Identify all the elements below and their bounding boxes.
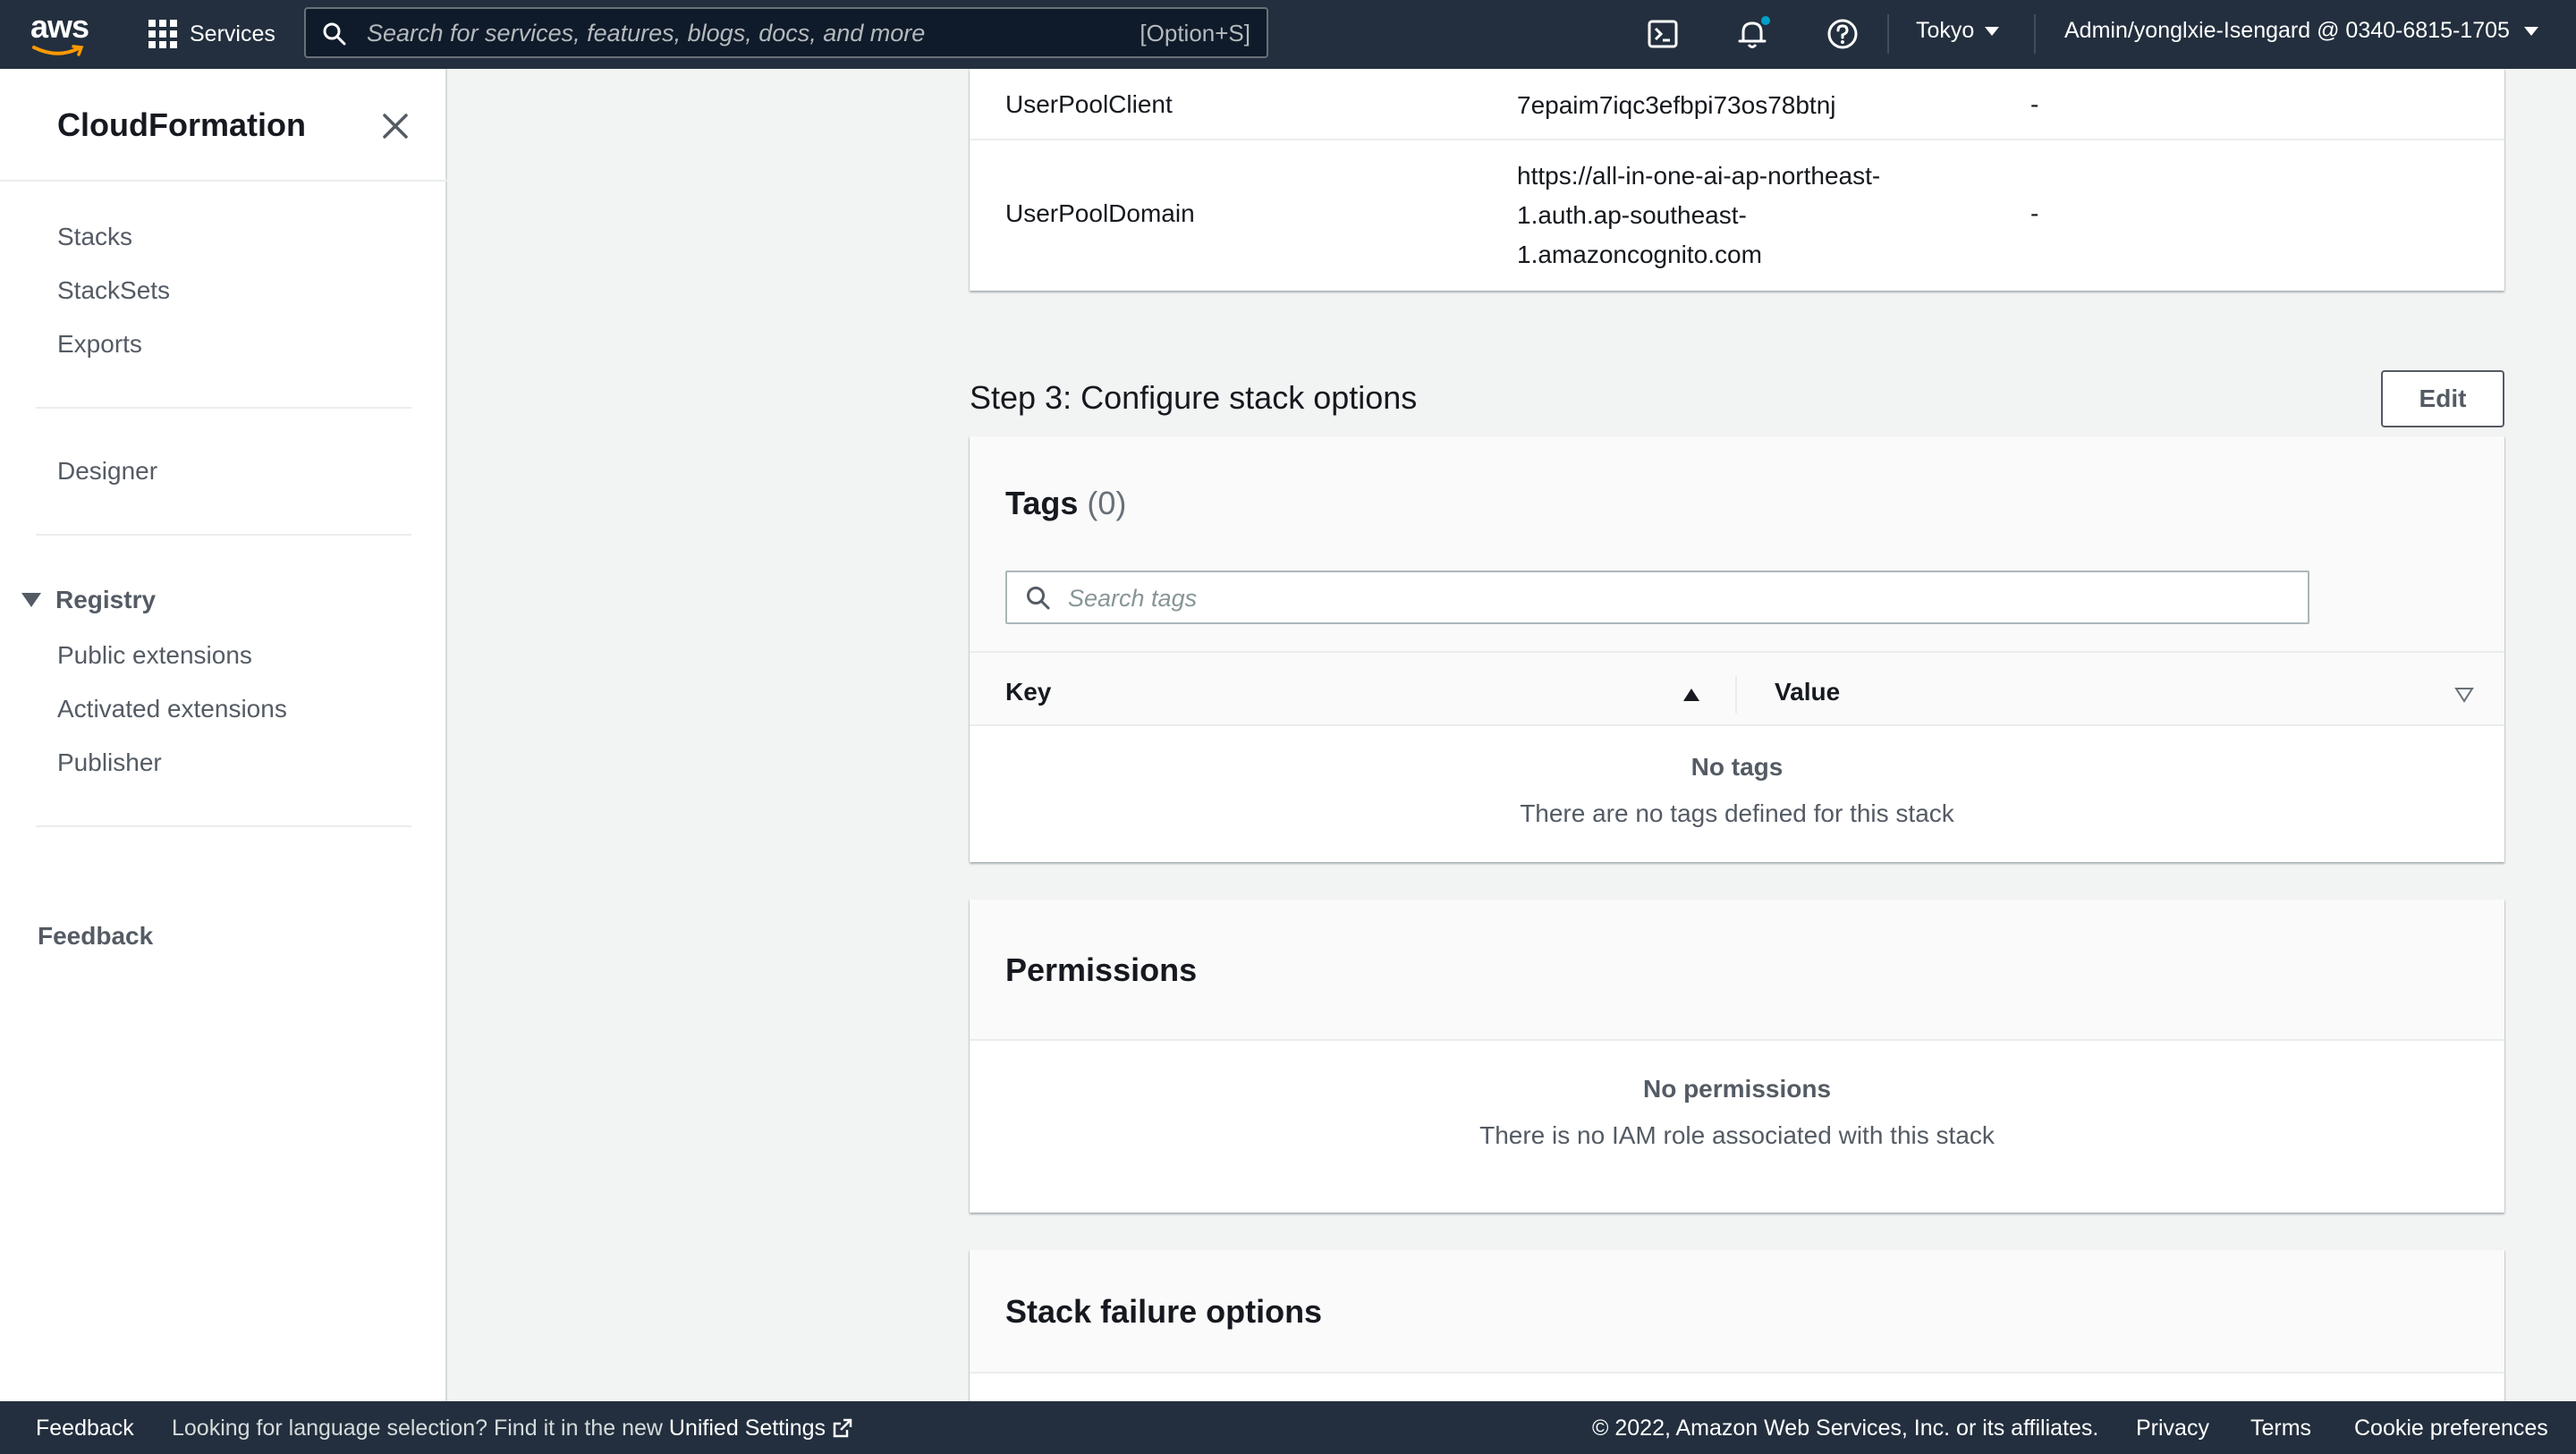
- chevron-down-icon: [2523, 26, 2538, 36]
- tags-count: (0): [1087, 485, 1127, 521]
- sidebar-section-registry[interactable]: Registry: [21, 586, 156, 614]
- sidebar-divider: [36, 534, 411, 536]
- aws-logo[interactable]: aws: [30, 8, 89, 56]
- unified-settings-label: Unified Settings: [668, 1416, 826, 1441]
- global-search-input[interactable]: [367, 16, 1064, 50]
- permissions-title: Permissions: [1005, 951, 1198, 988]
- sidebar-item-publisher[interactable]: Publisher: [57, 748, 162, 777]
- sidebar-item-exports[interactable]: Exports: [57, 330, 142, 359]
- footer-feedback-link[interactable]: Feedback: [36, 1416, 134, 1441]
- footer-copyright: © 2022, Amazon Web Services, Inc. or its…: [1592, 1416, 2099, 1441]
- stack-failure-options-header: Stack failure options: [970, 1250, 2504, 1374]
- column-header-value[interactable]: Value: [1775, 678, 1840, 706]
- tags-card: Tags (0) Key Value No tags There are no …: [970, 436, 2504, 862]
- column-divider: [1735, 676, 1737, 714]
- sidebar-feedback-link[interactable]: Feedback: [38, 922, 153, 951]
- footer-language-notice: Looking for language selection? Find it …: [172, 1416, 854, 1441]
- table-row: UserPoolClient 7epaim7iqc3efbpi73os78btn…: [970, 69, 2504, 140]
- notifications-bell-icon[interactable]: [1735, 16, 1771, 52]
- footer-terms-link[interactable]: Terms: [2250, 1416, 2311, 1441]
- output-value: https://all-in-one-ai-ap-northeast- 1.au…: [1517, 156, 1880, 275]
- tags-title-text: Tags: [1005, 485, 1079, 521]
- output-value: 7epaim7iqc3efbpi73os78btnj: [1517, 91, 1836, 119]
- tags-empty-title: No tags: [1690, 753, 1784, 781]
- services-menu-button[interactable]: Services: [148, 13, 275, 55]
- permissions-card: Permissions No permissions There is no I…: [970, 900, 2504, 1213]
- table-row: UserPoolDomain https://all-in-one-ai-ap-…: [970, 140, 2504, 291]
- footer-privacy-link[interactable]: Privacy: [2136, 1416, 2209, 1441]
- region-label: Tokyo: [1916, 18, 1975, 43]
- output-value-line: 1.amazoncognito.com: [1517, 241, 1762, 268]
- sidebar-item-public-extensions[interactable]: Public extensions: [57, 641, 252, 670]
- search-icon: [1027, 587, 1050, 610]
- sort-icon[interactable]: [2454, 687, 2474, 703]
- permissions-header: Permissions: [970, 900, 2504, 1041]
- aws-logo-text: aws: [30, 8, 89, 45]
- caret-down-icon: [21, 593, 41, 607]
- footer-language-text: Looking for language selection? Find it …: [172, 1416, 669, 1441]
- output-value-line: https://all-in-one-ai-ap-northeast-: [1517, 162, 1881, 190]
- chevron-down-icon: [1985, 26, 2000, 36]
- top-navigation: aws Services [Option+S]: [0, 0, 2576, 69]
- tags-table-header: [970, 651, 2504, 726]
- tags-empty-description: There are no tags defined for this stack: [1520, 799, 1954, 827]
- output-key: UserPoolClient: [1005, 90, 1173, 118]
- account-label: Admin/yonglxie-Isengard @ 0340-6815-1705: [2064, 18, 2510, 43]
- side-navigation: CloudFormation Stacks StackSets Exports …: [0, 69, 447, 1401]
- aws-smile-icon: [32, 45, 84, 56]
- outputs-table-card: UserPoolClient 7epaim7iqc3efbpi73os78btn…: [970, 69, 2504, 291]
- registry-label: Registry: [55, 586, 157, 613]
- console-footer: Feedback Looking for language selection?…: [0, 1401, 2576, 1454]
- output-value-line: 1.auth.ap-southeast-: [1517, 201, 1747, 229]
- step-3-title: Step 3: Configure stack options: [970, 379, 1418, 416]
- sidebar-title[interactable]: CloudFormation: [57, 106, 306, 144]
- output-description: -: [2030, 90, 2039, 118]
- unified-settings-link[interactable]: Unified Settings: [669, 1416, 854, 1441]
- edit-step-3-button[interactable]: Edit: [2381, 370, 2504, 427]
- global-search[interactable]: [Option+S]: [304, 7, 1268, 58]
- sidebar-item-designer[interactable]: Designer: [57, 457, 157, 486]
- tags-search[interactable]: [1005, 571, 2309, 624]
- external-link-icon: [833, 1418, 852, 1438]
- output-description: -: [2030, 199, 2039, 227]
- search-icon: [323, 22, 346, 46]
- sidebar-item-stacksets[interactable]: StackSets: [57, 276, 170, 305]
- sidebar-divider: [36, 407, 411, 409]
- footer-cookie-preferences-link[interactable]: Cookie preferences: [2354, 1416, 2548, 1441]
- grid-menu-icon: [148, 20, 177, 48]
- sidebar-divider: [0, 180, 447, 182]
- nav-divider: [2034, 14, 2036, 54]
- search-shortcut-hint: [Option+S]: [1140, 20, 1250, 46]
- tags-search-input[interactable]: [1068, 581, 2284, 615]
- services-label: Services: [190, 21, 275, 46]
- sidebar-item-activated-extensions[interactable]: Activated extensions: [57, 695, 287, 723]
- cloudshell-icon[interactable]: [1646, 16, 1682, 52]
- sidebar-divider: [36, 825, 411, 827]
- stack-failure-options-card: Stack failure options: [970, 1250, 2504, 1411]
- close-icon[interactable]: [379, 110, 411, 142]
- sidebar-item-stacks[interactable]: Stacks: [57, 223, 132, 251]
- sort-ascending-icon[interactable]: [1682, 687, 1701, 703]
- output-key: UserPoolDomain: [1005, 199, 1195, 227]
- tags-header: Tags (0): [970, 436, 2504, 651]
- stack-failure-options-title: Stack failure options: [1005, 1293, 1323, 1330]
- help-icon[interactable]: [1825, 16, 1860, 52]
- column-header-key[interactable]: Key: [1005, 678, 1051, 706]
- tags-title: Tags (0): [1005, 485, 1126, 522]
- account-menu[interactable]: Admin/yonglxie-Isengard @ 0340-6815-1705: [2064, 18, 2538, 44]
- permissions-empty-description: There is no IAM role associated with thi…: [1479, 1121, 1995, 1149]
- nav-divider: [1887, 14, 1889, 54]
- permissions-empty-title: No permissions: [1642, 1075, 1832, 1103]
- region-selector[interactable]: Tokyo: [1916, 18, 2000, 44]
